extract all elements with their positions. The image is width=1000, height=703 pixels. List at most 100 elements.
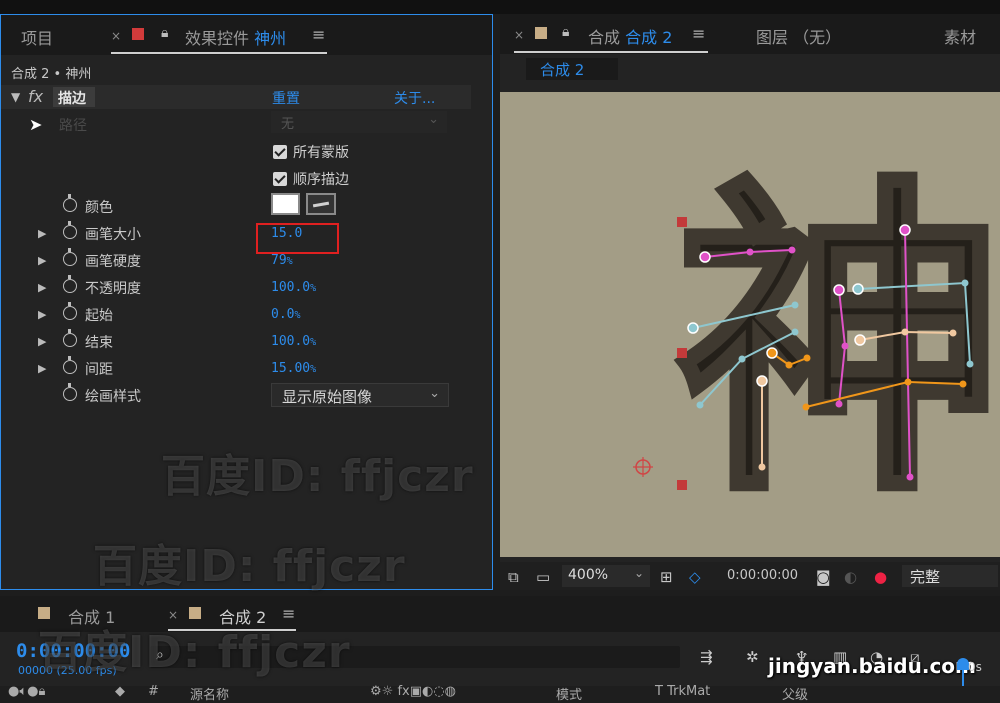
opacity-value[interactable]: 100.0% [271,280,316,295]
expand-triangle-icon[interactable]: ▶ [38,308,46,321]
always-preview-icon[interactable]: ⧉ [508,568,519,586]
expand-triangle-icon[interactable]: ▶ [38,281,46,294]
ruler-label: 0s [968,660,982,674]
layer-color-swatch [132,28,144,40]
right-panel-tabs: × 🔒︎ 合成 合成 2 ≡ 图层 （无） 素材 [500,14,1000,54]
panel-menu-icon[interactable]: ≡ [312,25,325,44]
start-number: 0.0 [271,307,295,322]
prop-label-start: 起始 [85,308,113,324]
prop-label-opacity: 不透明度 [85,281,141,297]
stopwatch-icon[interactable] [63,356,77,374]
prop-label-paint-style: 绘画样式 [85,389,141,405]
draft-3d-icon[interactable]: ✲ [746,648,759,666]
mouse-cursor-icon: ➤ [29,115,43,134]
layer-handle[interactable] [677,348,687,358]
comp-breadcrumb[interactable]: 合成 2 [526,58,618,80]
prop-row-opacity: ▶ 不透明度 100.0% [1,275,471,302]
fx-toggle-icon[interactable]: fx [28,87,43,106]
prop-label-brush-hardness: 画笔硬度 [85,254,141,270]
eyedropper-icon[interactable] [306,193,336,215]
start-value[interactable]: 0.0% [271,307,301,322]
mask-visibility-icon[interactable]: ◇ [689,568,701,586]
effect-name[interactable]: 描边 [53,87,95,107]
zoom-select[interactable]: 400% ⌄ [562,565,650,587]
stopwatch-icon[interactable] [63,275,77,293]
grid-icon[interactable]: ⊞ [660,568,673,586]
brush-hardness-number: 79 [271,253,287,268]
opacity-unit: % [310,283,317,294]
all-masks-label: 所有蒙版 [293,145,349,161]
prop-row-brush-hardness: ▶ 画笔硬度 79% [1,248,471,275]
channels-icon[interactable]: ● [874,568,887,586]
site-watermark: jingyan.baidu.com [768,654,976,678]
glyph-character: 神 [675,147,1000,535]
stopwatch-icon[interactable] [63,302,77,320]
spacing-number: 15.00 [271,361,311,376]
tab-effect-layer-name: 神州 [254,29,287,48]
stopwatch-icon[interactable] [63,383,77,401]
about-link[interactable]: 关于... [394,88,435,108]
layer-handle[interactable] [677,217,687,227]
effect-header-row[interactable]: ▼ fx 描边 重置 关于... [1,85,471,109]
close-icon[interactable]: × [111,29,121,43]
expand-triangle-icon[interactable]: ▶ [38,254,46,267]
close-icon[interactable]: × [514,28,524,42]
paint-style-value: 显示原始图像 [282,388,373,406]
watermark-text: 百度ID: ffjczr [38,627,351,678]
av-switches-icon[interactable]: ●🔈︎●🔒︎ [8,684,45,699]
sequential-stroke-checkbox[interactable] [273,172,287,186]
tab-effect-controls[interactable]: 效果控件 神州 [185,25,286,49]
active-tab-underline [514,51,708,53]
show-snapshot-icon[interactable]: ◐ [844,568,857,586]
brush-hardness-value[interactable]: 79% [271,253,293,268]
layer-handle[interactable] [677,480,687,490]
timeline-column-header: ●🔈︎●🔒︎ ◆ # 源名称 ⚙☼ fx▣◐◌◍ 模式 T TrkMat 父级 [0,684,1000,703]
tab-composition[interactable]: 合成 合成 2 [588,24,672,48]
path-select[interactable]: 无 ⌄ [271,111,447,133]
viewer-toolbar: ⧉ ▭ 400% ⌄ ⊞ ◇ 0:00:00:00 ◙ ◐ ● 完整 [500,562,1000,590]
breadcrumb: 合成 2 • 神州 [11,67,92,82]
trkmat-header[interactable]: T TrkMat [655,684,710,699]
prop-label-end: 结束 [85,335,113,351]
viewer-timecode[interactable]: 0:00:00:00 [727,568,798,583]
brush-hardness-unit: % [286,256,293,267]
chevron-down-icon: ⌄ [428,112,439,127]
collapse-triangle-icon[interactable]: ▼ [11,90,20,104]
expand-triangle-icon[interactable]: ▶ [38,335,46,348]
stopwatch-icon[interactable] [63,248,77,266]
label-icon[interactable]: ◆ [115,684,125,699]
lock-icon[interactable]: 🔒︎ [161,25,168,41]
parent-header[interactable]: 父级 [782,684,808,703]
comp-flowchart-icon[interactable]: ⇶ [700,648,713,666]
switches-icons[interactable]: ⚙☼ fx▣◐◌◍ [370,684,456,699]
mode-header[interactable]: 模式 [556,684,582,703]
tab-project[interactable]: 项目 [21,25,53,49]
lock-icon[interactable]: 🔒︎ [562,24,569,40]
prop-row-color: 颜色 [1,194,471,221]
prop-label-brush-size: 画笔大小 [85,227,141,243]
anchor-point-icon[interactable] [633,457,653,477]
monitor-icon[interactable]: ▭ [536,568,550,586]
stroke-color-swatch[interactable] [271,193,300,215]
paint-style-select[interactable]: 显示原始图像 ⌄ [271,383,449,407]
stopwatch-icon[interactable] [63,221,77,239]
left-panel-tabs: 项目 × 🔒︎ 效果控件 神州 ≡ [1,15,492,55]
composition-viewer[interactable]: 神 [500,92,1000,557]
all-masks-checkbox[interactable] [273,145,287,159]
expand-triangle-icon[interactable]: ▶ [38,227,46,240]
tab-layer[interactable]: 图层 （无） [756,24,841,48]
stopwatch-icon[interactable] [63,194,77,212]
spacing-value[interactable]: 15.00% [271,361,316,376]
watermark-text: 百度ID: ffjczr [161,451,474,502]
end-value[interactable]: 100.0% [271,334,316,349]
camera-icon[interactable]: ◙ [816,568,831,586]
panel-menu-icon[interactable]: ≡ [692,24,705,43]
resolution-select[interactable]: 完整 [902,565,998,587]
tab-comp-name: 合成 2 [625,28,673,47]
stopwatch-icon[interactable] [63,329,77,347]
expand-triangle-icon[interactable]: ▶ [38,362,46,375]
reset-link[interactable]: 重置 [272,88,300,108]
tab-footage[interactable]: 素材 [944,24,976,48]
zoom-value: 400% [568,567,609,583]
source-name-header[interactable]: 源名称 [190,684,229,703]
